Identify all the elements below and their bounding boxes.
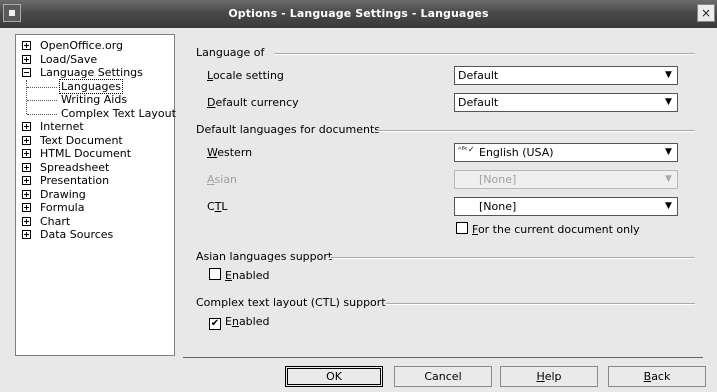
spellcheck-icon: ᴬᴮᶜ✓ xyxy=(458,145,475,154)
western-language-dropdown[interactable]: ᴬᴮᶜ✓ English (USA) ▼ xyxy=(454,143,678,162)
current-document-only-checkbox[interactable]: For the current document only xyxy=(456,222,640,236)
western-label: Western xyxy=(207,146,253,159)
tree-item[interactable]: Formula xyxy=(16,201,174,215)
tree-connector xyxy=(27,86,57,88)
ctl-label: CTL xyxy=(207,200,228,213)
expand-plus-icon[interactable] xyxy=(22,203,31,212)
tree-item[interactable]: Text Document xyxy=(16,134,174,148)
expand-plus-icon[interactable] xyxy=(22,162,31,172)
section-asian-support-title: Asian languages support xyxy=(196,250,333,263)
ctl-support-enabled-checkbox[interactable]: ✔ Enabled xyxy=(209,315,269,330)
section-language-of-title: Language of xyxy=(196,46,265,59)
languages-panel: Language of Locale setting Default ▼ Def… xyxy=(183,34,703,356)
expand-plus-icon[interactable] xyxy=(22,149,31,158)
default-currency-dropdown[interactable]: Default ▼ xyxy=(454,93,678,112)
check-icon[interactable]: ✔ xyxy=(209,318,221,330)
tree-item[interactable]: Load/Save xyxy=(16,53,174,67)
chevron-down-icon[interactable]: ▼ xyxy=(661,95,676,110)
collapse-minus-icon[interactable] xyxy=(22,68,31,77)
section-default-languages-title: Default languages for documents xyxy=(196,123,380,136)
default-currency-label: Default currency xyxy=(207,96,299,109)
chevron-down-icon: ▼ xyxy=(665,174,672,184)
tree-item[interactable]: HTML Document xyxy=(16,147,174,161)
expand-plus-icon[interactable] xyxy=(22,135,31,145)
checkbox-box[interactable] xyxy=(456,222,468,234)
locale-setting-dropdown[interactable]: Default ▼ xyxy=(454,66,678,85)
locale-setting-value: Default xyxy=(458,69,499,82)
options-tree[interactable]: OpenOffice.org Load/Save Language Settings… xyxy=(15,34,176,356)
tree-item-label: OpenOffice.org xyxy=(40,39,124,52)
expand-plus-icon[interactable] xyxy=(22,216,31,226)
expand-plus-icon[interactable] xyxy=(22,41,31,50)
tree-item-label: Language Settings xyxy=(40,66,143,79)
asian-language-value: [None] xyxy=(479,173,517,186)
tree-connector xyxy=(26,80,27,114)
chevron-down-icon[interactable]: ▼ xyxy=(661,145,676,160)
tree-item[interactable]: Data Sources xyxy=(16,228,174,242)
tree-item-label: Text Document xyxy=(40,133,123,147)
tree-item[interactable]: Presentation xyxy=(16,174,174,188)
section-divider xyxy=(328,257,695,259)
close-icon[interactable]: × xyxy=(697,4,715,22)
western-language-value: English (USA) xyxy=(479,146,554,159)
section-ctl-support-title: Complex text layout (CTL) support xyxy=(196,296,386,309)
tree-item-label: Load/Save xyxy=(40,52,98,66)
tree-item-label: Languages xyxy=(58,78,124,94)
window-title: Options - Language Settings - Languages xyxy=(228,7,489,20)
help-button[interactable]: Help xyxy=(500,366,598,387)
section-divider xyxy=(274,53,695,55)
title-bar: Options - Language Settings - Languages … xyxy=(0,0,717,28)
button-separator xyxy=(183,357,703,358)
ctl-language-dropdown[interactable]: [None] ▼ xyxy=(454,197,678,216)
tree-item[interactable]: Language Settings xyxy=(16,66,174,80)
tree-item[interactable]: Chart xyxy=(16,215,174,229)
tree-item-label: Complex Text Layout xyxy=(61,106,176,120)
tree-item-label: Writing Aids xyxy=(61,93,128,106)
cancel-button[interactable]: Cancel xyxy=(394,366,492,387)
expand-plus-icon[interactable] xyxy=(22,189,31,199)
ok-button[interactable]: OK xyxy=(285,366,383,387)
tree-item-label: Spreadsheet xyxy=(40,160,110,174)
tree-item[interactable]: Complex Text Layout xyxy=(16,106,176,121)
section-divider xyxy=(376,130,695,132)
expand-plus-icon[interactable] xyxy=(22,230,31,239)
asian-label: Asian xyxy=(207,173,238,186)
tree-item[interactable]: Languages xyxy=(16,78,174,94)
tree-item[interactable]: Spreadsheet xyxy=(16,161,174,175)
locale-setting-label: Locale setting xyxy=(207,69,284,82)
tree-item-label: Internet xyxy=(40,120,84,133)
tree-item-label: Drawing xyxy=(40,187,86,201)
checkbox-box[interactable] xyxy=(209,268,221,280)
tree-connector xyxy=(27,113,57,115)
tree-item-label: HTML Document xyxy=(40,147,132,160)
asian-language-dropdown: [None] ▼ xyxy=(454,170,678,189)
tree-item[interactable]: Internet xyxy=(16,120,174,134)
default-currency-value: Default xyxy=(458,96,499,109)
expand-plus-icon[interactable] xyxy=(22,122,31,131)
tree-item-label: Formula xyxy=(40,201,85,214)
ctl-language-value: [None] xyxy=(479,200,517,213)
chevron-down-icon[interactable]: ▼ xyxy=(661,68,676,83)
tree-item[interactable]: Drawing xyxy=(16,188,174,202)
expand-plus-icon[interactable] xyxy=(22,176,31,185)
chevron-down-icon[interactable]: ▼ xyxy=(661,199,676,214)
asian-support-enabled-checkbox[interactable]: Enabled xyxy=(209,268,269,282)
tree-item-label: Chart xyxy=(40,214,71,228)
tree-connector xyxy=(27,100,57,101)
expand-plus-icon[interactable] xyxy=(22,54,31,64)
tree-item[interactable]: Writing Aids xyxy=(16,93,174,107)
back-button[interactable]: Back xyxy=(608,366,706,387)
tree-item-label: Data Sources xyxy=(40,228,114,241)
tree-item-label: Presentation xyxy=(40,174,110,187)
tree-item[interactable]: OpenOffice.org xyxy=(16,39,174,53)
section-divider xyxy=(386,303,695,305)
